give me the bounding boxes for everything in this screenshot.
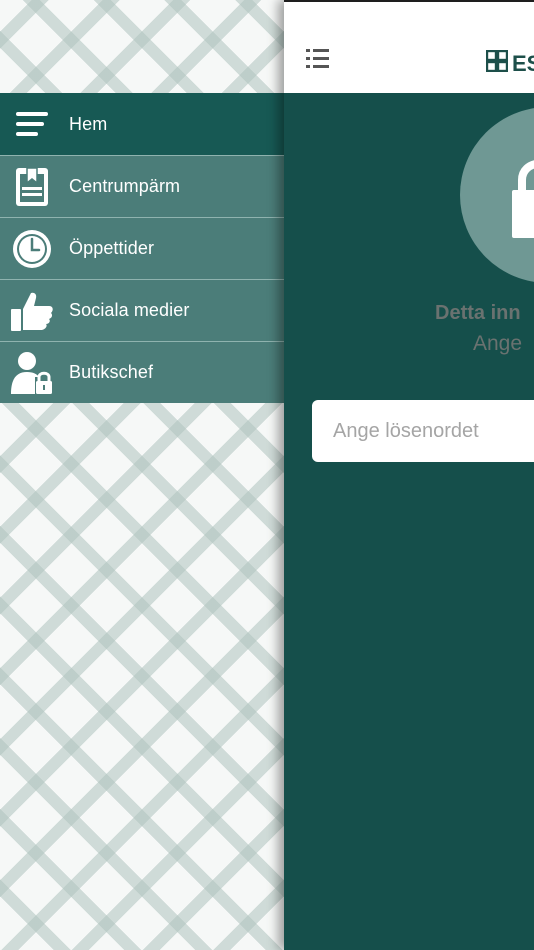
info-subtitle: Ange: [473, 332, 523, 355]
sidebar-item-hem[interactable]: Hem: [0, 93, 284, 155]
brand-logo: ES: [485, 49, 534, 77]
lock-icon: [512, 150, 534, 255]
manager-lock-icon: [8, 349, 56, 397]
navigation-drawer: Hem Centrumpärm Öppettider Sociala medie…: [0, 0, 284, 950]
sidebar-item-label: Hem: [69, 113, 108, 134]
sidebar-item-label: Butikschef: [69, 362, 154, 382]
sidebar-item-centrumparm[interactable]: Centrumpärm: [0, 155, 284, 217]
sidebar-item-butikschef[interactable]: Butikschef: [0, 341, 284, 403]
list-icon[interactable]: [306, 48, 330, 77]
sidebar-item-label: Öppettider: [69, 238, 155, 258]
clock-icon: [8, 225, 56, 273]
thumbs-up-icon: [8, 287, 56, 335]
hamburger-icon: [8, 100, 56, 148]
top-bar: ES: [284, 0, 534, 93]
main-panel: ES Detta inn Ange: [284, 0, 534, 950]
info-title: Detta inn: [435, 302, 521, 324]
grid-logo-icon: [485, 49, 509, 77]
sidebar-item-label: Sociala medier: [69, 300, 190, 320]
sidebar-item-oppettider[interactable]: Öppettider: [0, 217, 284, 279]
brand-text: ES: [512, 50, 534, 76]
sidebar-item-label: Centrumpärm: [69, 176, 181, 196]
password-input[interactable]: [312, 400, 534, 462]
binder-icon: [8, 163, 56, 211]
sidebar-item-sociala-medier[interactable]: Sociala medier: [0, 279, 284, 341]
drawer-menu: Hem Centrumpärm Öppettider Sociala medie…: [0, 93, 284, 403]
